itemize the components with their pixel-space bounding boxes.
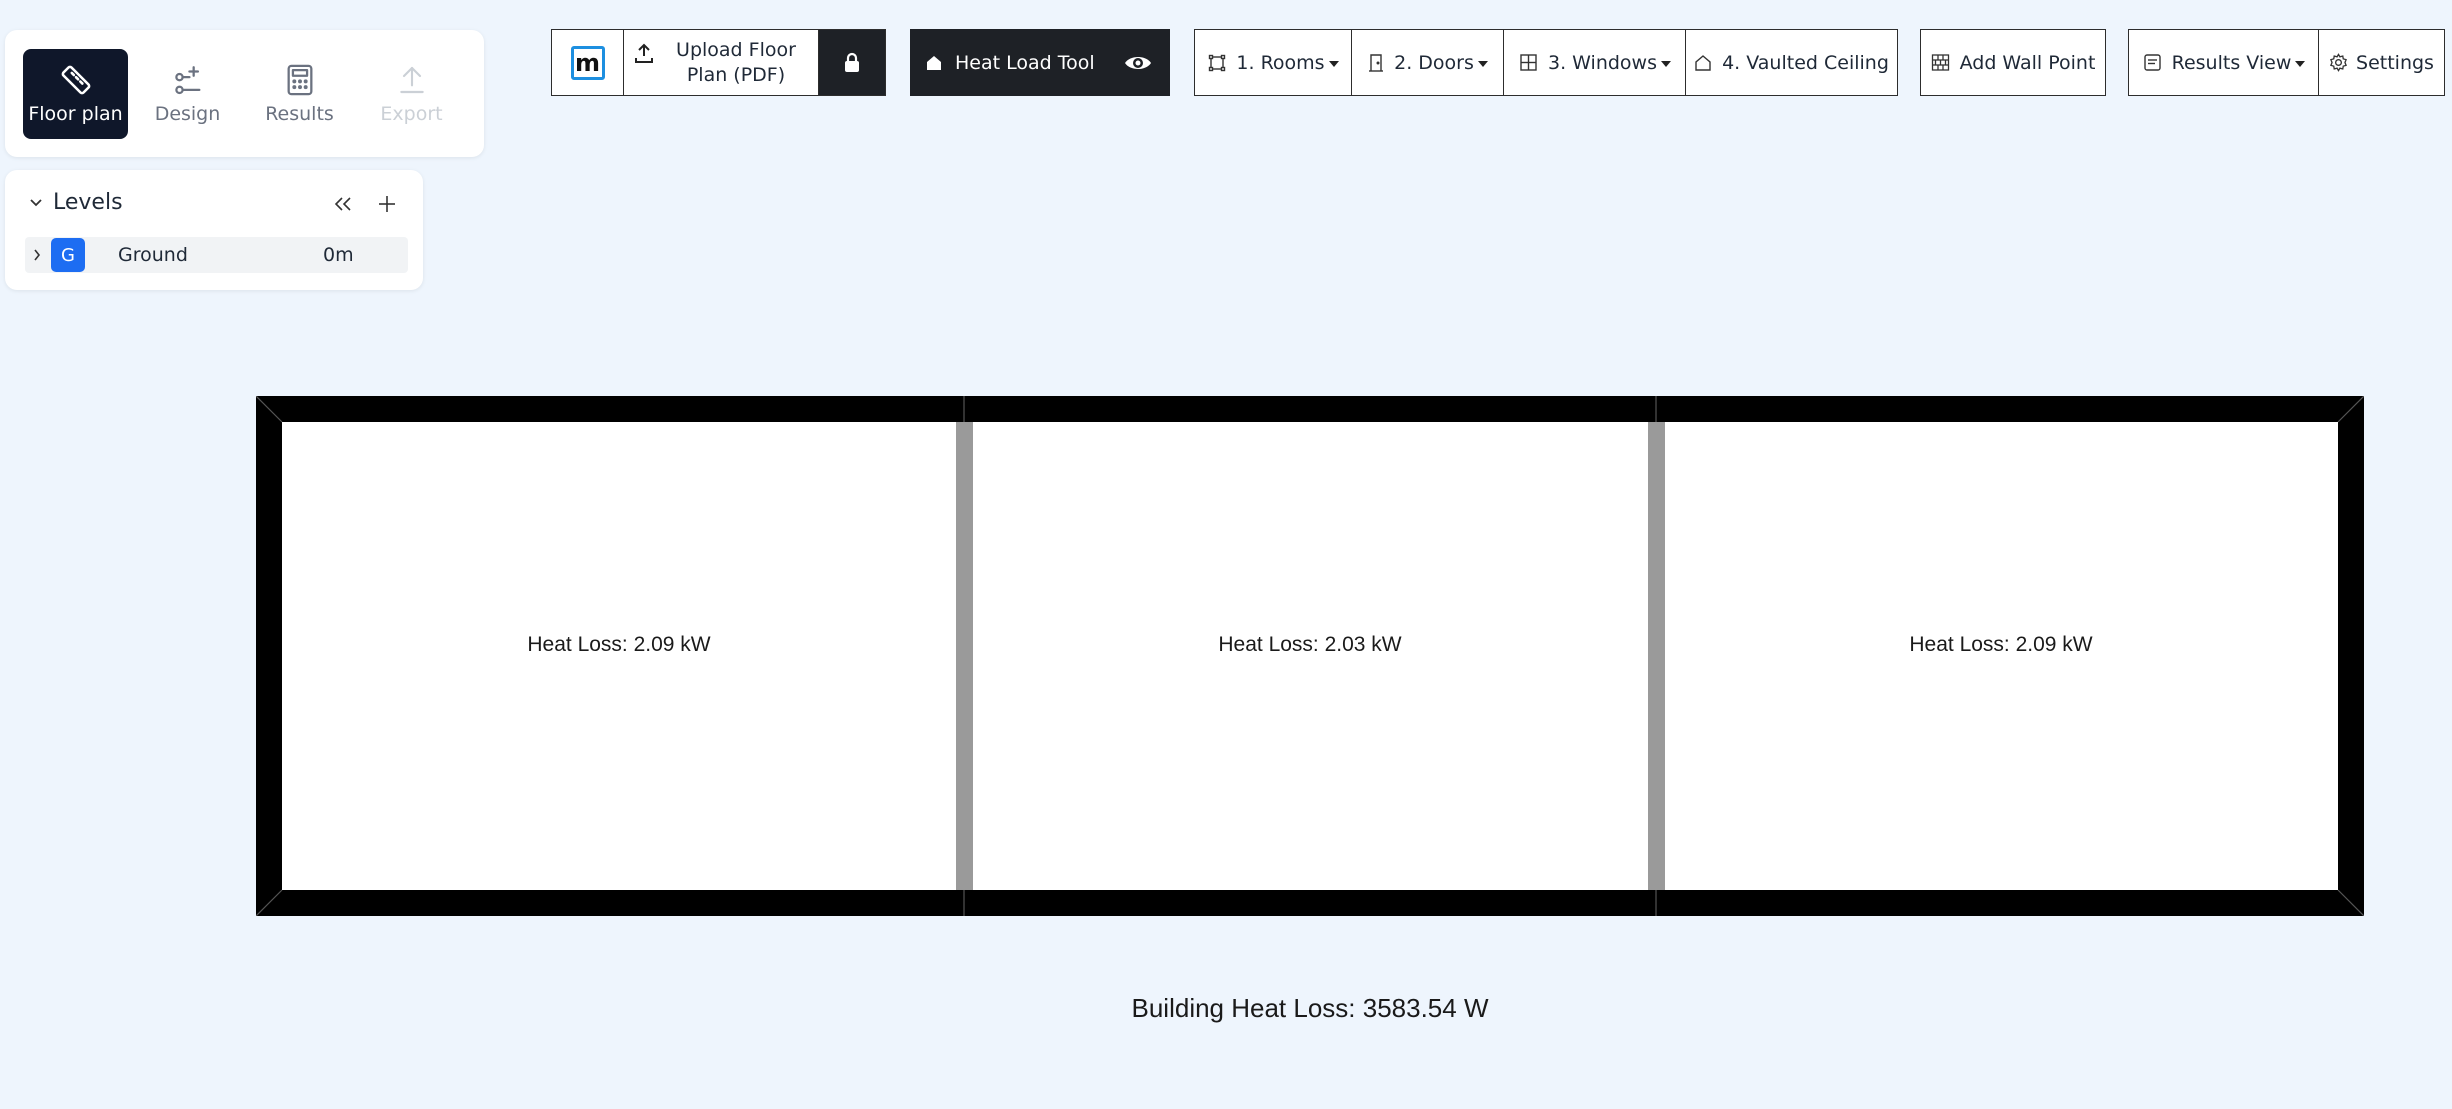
heat-load-tool-button[interactable]: Heat Load Tool	[910, 29, 1170, 96]
wall-top[interactable]	[256, 396, 2364, 422]
export-label: Export	[380, 103, 443, 125]
floor-plan-canvas[interactable]: Heat Loss: 2.09 kW Heat Loss: 2.03 kW He…	[256, 396, 2364, 916]
wall-left[interactable]	[256, 396, 282, 916]
levels-title: Levels	[53, 190, 123, 215]
home-icon	[925, 54, 943, 72]
app-logo: m	[552, 30, 624, 95]
add-wall-point-label: Add Wall Point	[1959, 51, 2096, 74]
room-2-heat-loss: Heat Loss: 2.03 kW	[1218, 633, 1402, 656]
level-name: Ground	[118, 244, 188, 266]
caret-down-icon	[1328, 60, 1339, 67]
levels-panel: Levels G Ground 0m	[5, 170, 423, 290]
brick-wall-icon	[1931, 53, 1950, 72]
door-icon	[1368, 53, 1384, 73]
windows-label: 3. Windows	[1548, 51, 1657, 74]
wall-bottom[interactable]	[256, 890, 2364, 916]
design-icon	[171, 61, 205, 99]
rooms-dropdown[interactable]: 1. Rooms	[1194, 29, 1353, 96]
room-1-heat-loss: Heat Loss: 2.09 kW	[527, 633, 711, 656]
upload-group: m Upload Floor Plan (PDF)	[551, 29, 886, 96]
level-row-ground[interactable]: G Ground 0m	[25, 237, 408, 273]
caret-down-icon	[2295, 60, 2306, 67]
level-height: 0m	[323, 244, 354, 266]
results-mode-button[interactable]: Results	[247, 49, 352, 139]
calculator-icon	[285, 61, 315, 99]
floor-plan-mode-button[interactable]: Floor plan	[23, 49, 128, 139]
results-view-dropdown[interactable]: Results View	[2128, 29, 2320, 96]
room-outline-icon	[1208, 54, 1226, 72]
doors-dropdown[interactable]: 2. Doors	[1351, 29, 1505, 96]
chevron-down-icon[interactable]	[29, 198, 43, 208]
floor-plan-label: Floor plan	[28, 103, 123, 125]
settings-button[interactable]: Settings	[2318, 29, 2445, 96]
chevron-right-icon[interactable]	[33, 248, 41, 262]
mode-panel: Floor plan Design Results Export	[5, 30, 484, 157]
windows-dropdown[interactable]: 3. Windows	[1503, 29, 1687, 96]
upload-icon	[634, 43, 654, 65]
design-mode-button[interactable]: Design	[135, 49, 240, 139]
upload-icon	[396, 61, 428, 99]
heat-load-tool-label: Heat Load Tool	[955, 51, 1095, 74]
collapse-panel-icon[interactable]	[333, 196, 353, 212]
internal-wall-2[interactable]	[1648, 422, 1665, 890]
settings-label: Settings	[2356, 51, 2434, 74]
upload-label: Upload Floor Plan (PDF)	[676, 38, 796, 86]
gear-icon	[2329, 53, 2348, 72]
rooms-label: 1. Rooms	[1236, 51, 1325, 74]
doors-label: 2. Doors	[1394, 51, 1474, 74]
caret-down-icon	[1660, 60, 1671, 67]
eye-icon[interactable]	[1123, 52, 1153, 74]
vaulted-ceiling-icon	[1694, 54, 1712, 72]
lock-button[interactable]	[819, 30, 885, 95]
building-heat-loss: Building Heat Loss: 3583.54 W	[1131, 993, 1489, 1023]
caret-down-icon	[1477, 60, 1488, 67]
ruler-icon	[59, 61, 93, 99]
room-3-heat-loss: Heat Loss: 2.09 kW	[1909, 633, 2093, 656]
wall-right[interactable]	[2338, 396, 2364, 916]
upload-floor-plan-button[interactable]: Upload Floor Plan (PDF)	[624, 30, 819, 95]
results-view-label: Results View	[2171, 51, 2292, 74]
add-wall-point-button[interactable]: Add Wall Point	[1920, 29, 2106, 96]
results-label: Results	[265, 103, 334, 125]
internal-wall-1[interactable]	[956, 422, 973, 890]
vaulted-ceiling-button[interactable]: 4. Vaulted Ceiling	[1685, 29, 1898, 96]
add-level-icon[interactable]	[377, 194, 397, 214]
lock-icon	[843, 52, 861, 74]
export-mode-button[interactable]: Export	[359, 49, 464, 139]
design-label: Design	[154, 103, 221, 125]
results-list-icon	[2143, 53, 2162, 72]
level-badge: G	[51, 238, 85, 272]
vaulted-ceiling-label: 4. Vaulted Ceiling	[1722, 51, 1889, 74]
window-icon	[1519, 53, 1538, 72]
